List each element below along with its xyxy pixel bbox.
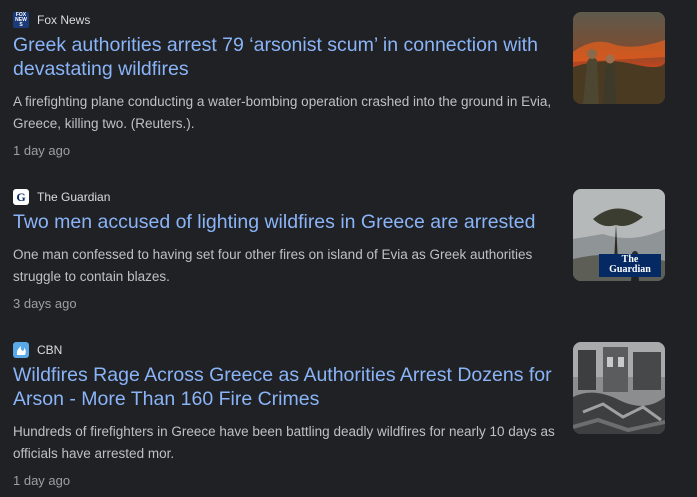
source-name: The Guardian (37, 190, 111, 204)
fox-news-logo-icon: FOX NEWS (13, 12, 29, 28)
guardian-badge: The Guardian (599, 254, 661, 277)
news-article-3[interactable]: CBN Wildfires Rage Across Greece as Auth… (13, 342, 697, 492)
article-snippet: One man confessed to having set four oth… (13, 247, 533, 284)
article-timestamp: 1 day ago (13, 143, 71, 158)
source-name: CBN (37, 343, 63, 357)
guardian-logo-text: G (16, 189, 26, 204)
article-timestamp: 3 days ago (13, 296, 77, 311)
article-headline-link[interactable]: Two men accused of lighting wildfires in… (13, 210, 563, 234)
article-thumbnail[interactable] (573, 342, 665, 434)
news-article-2[interactable]: G The Guardian Two men accused of lighti… (13, 189, 697, 339)
news-article-1[interactable]: FOX NEWS Fox News Greek authorities arre… (13, 12, 697, 162)
article-headline-link[interactable]: Wildfires Rage Across Greece as Authorit… (13, 363, 563, 411)
source-name: Fox News (37, 13, 91, 27)
source-row: G The Guardian (13, 189, 110, 205)
article-snippet: A firefighting plane conducting a water-… (13, 94, 552, 131)
source-row: CBN (13, 342, 62, 358)
burned-building-image (573, 342, 665, 434)
guardian-badge-line-2: Guardian (609, 264, 651, 275)
cbn-flame-icon (16, 346, 26, 355)
source-row: FOX NEWS Fox News (13, 12, 90, 28)
article-headline-link[interactable]: Greek authorities arrest 79 ‘arsonist sc… (13, 33, 563, 81)
article-thumbnail[interactable]: The Guardian (573, 189, 665, 281)
men-watching-wildfire-image (573, 12, 665, 104)
article-snippet: Hundreds of firefighters in Greece have … (13, 424, 555, 461)
guardian-logo-icon: G (13, 189, 29, 205)
article-timestamp: 1 day ago (13, 473, 71, 488)
cbn-logo-icon (13, 342, 29, 358)
fox-news-logo-text: FOX NEWS (15, 12, 27, 28)
article-thumbnail[interactable] (573, 12, 665, 104)
